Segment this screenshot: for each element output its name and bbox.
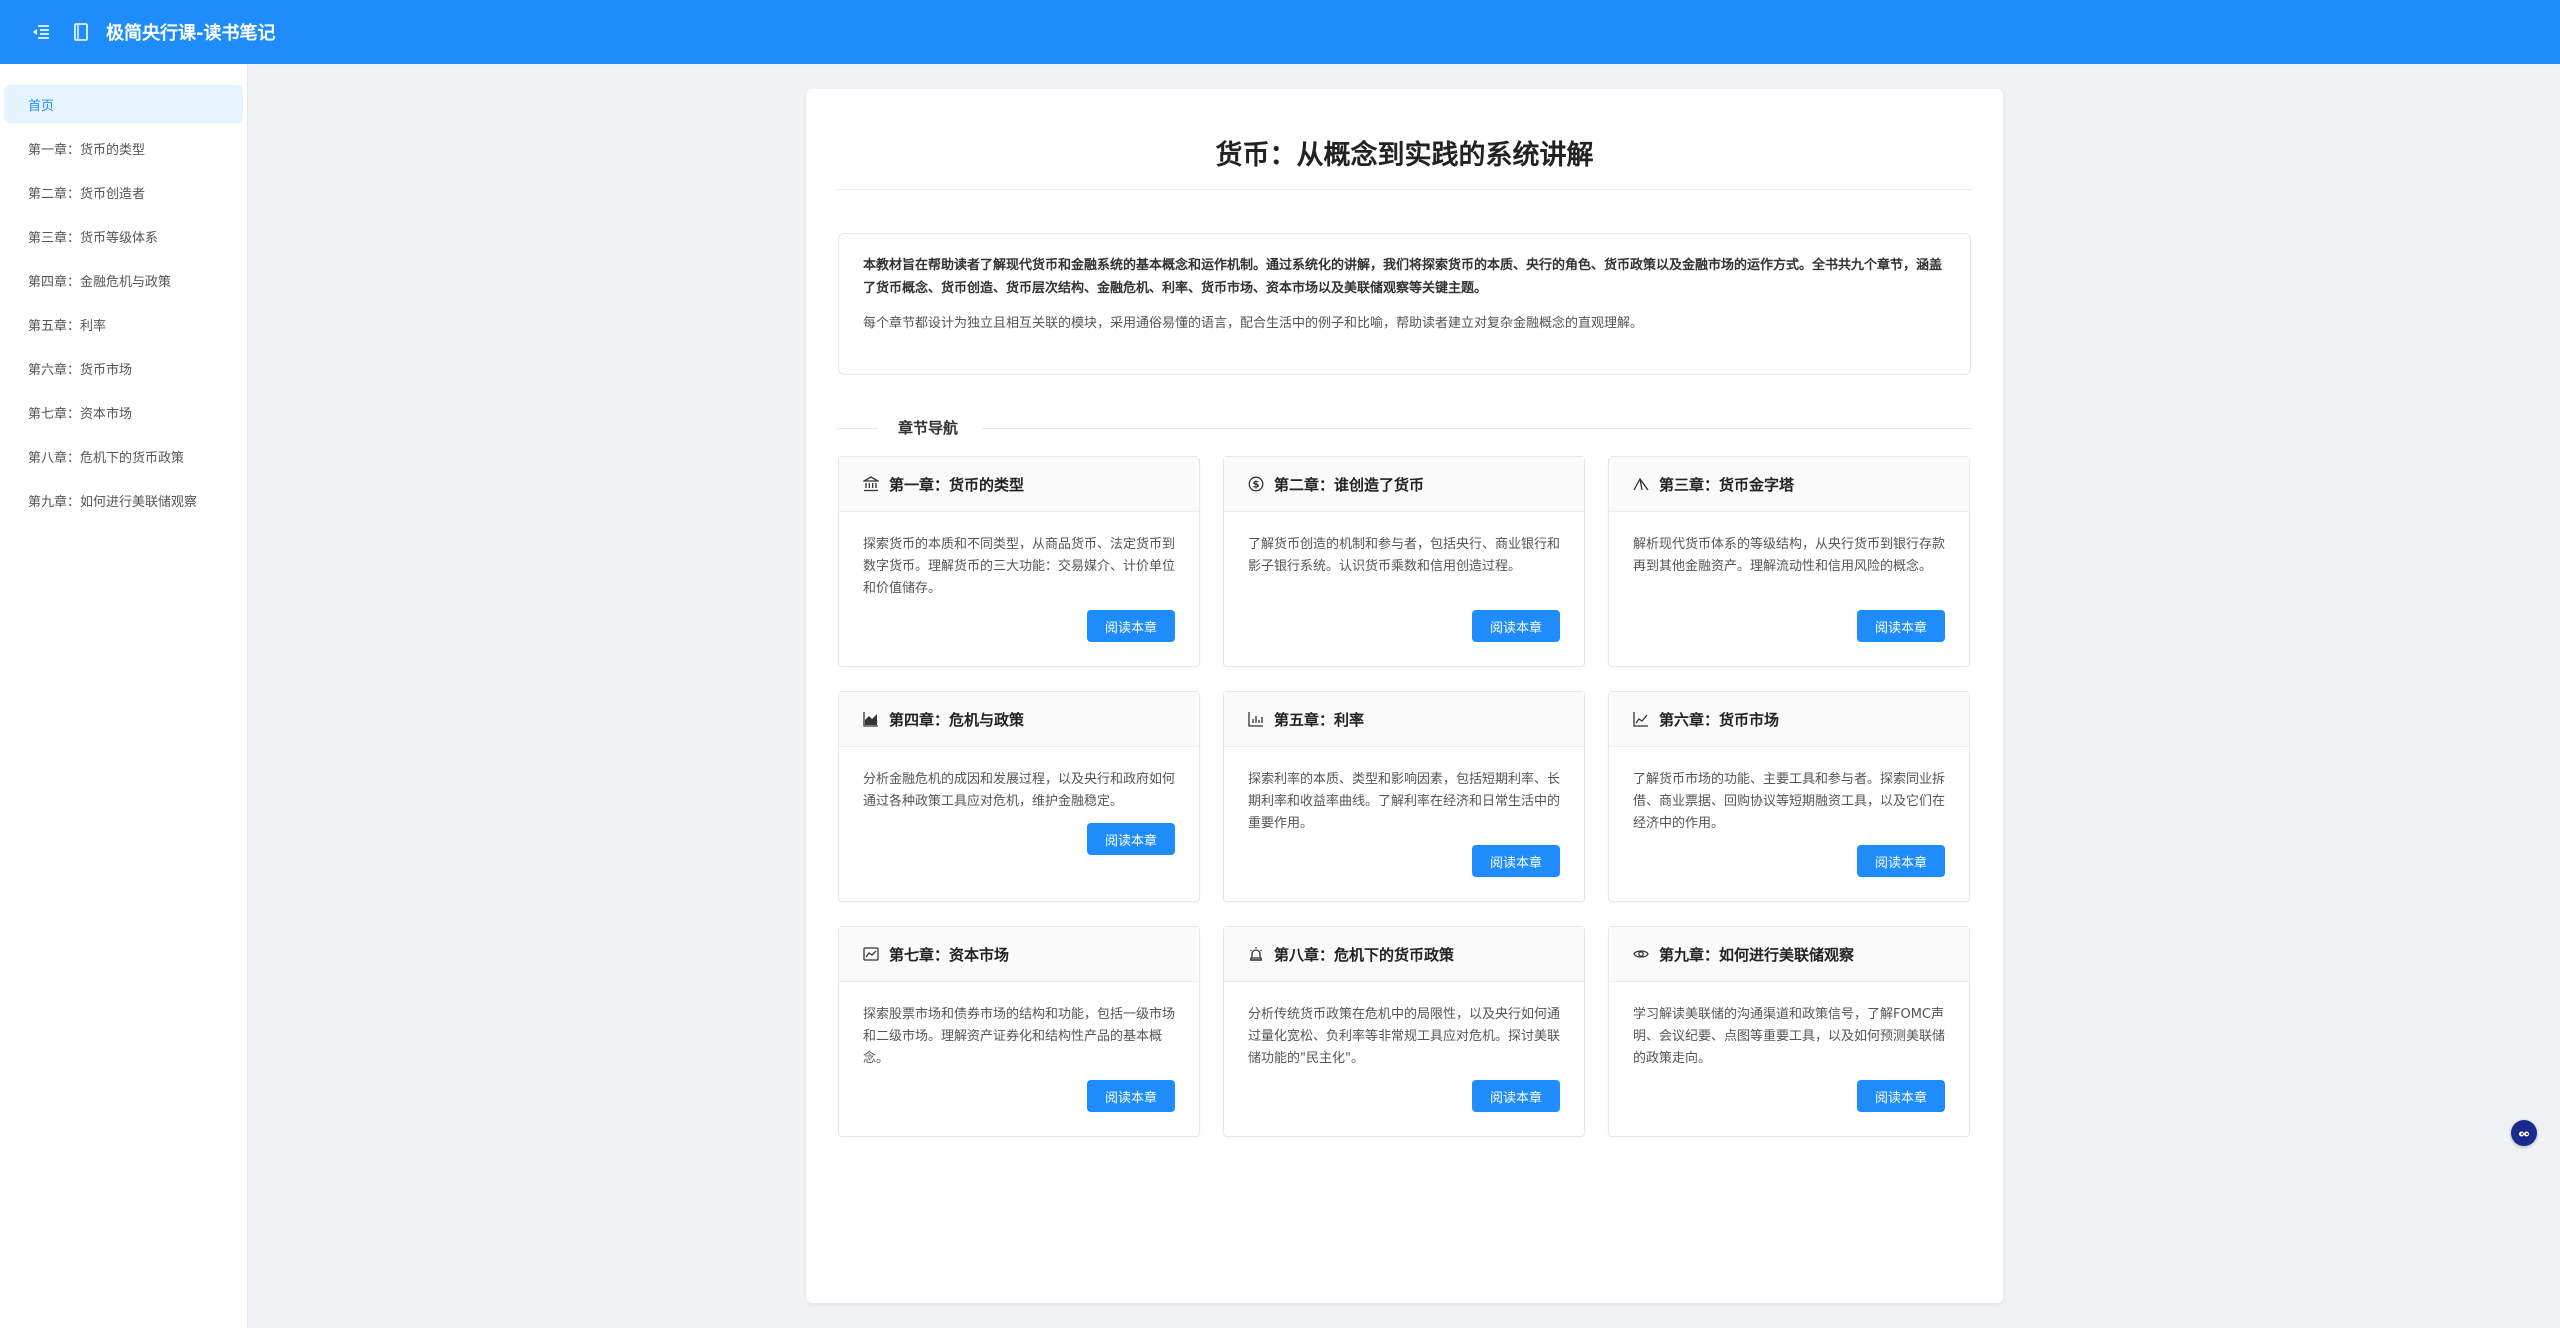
book-icon [74,21,92,43]
chapter-card-1: 第一章：货币的类型 探索货币的本质和不同类型，从商品货币、法定货币到数字货币。理… [838,456,1200,667]
chapter-card-header: 第三章：货币金字塔 [1609,457,1969,512]
chapter-title: 第七章：资本市场 [889,945,1010,964]
chapter-desc: 了解货币创造的机制和参与者，包括央行、商业银行和影子银行系统。认识货币乘数和信用… [1248,537,1561,574]
chapter-title: 第九章：如何进行美联储观察 [1659,945,1855,964]
stock-icon [863,945,881,963]
sidebar-item-chapter-1[interactable]: 第一章：货币的类型 [4,129,243,167]
content-card: 货币：从概念到实践的系统讲解 本教材旨在帮助读者了解现代货币和金融系统的基本概念… [806,89,2003,1303]
area-chart-icon [863,710,881,728]
read-chapter-button[interactable]: 阅读本章 [1472,610,1560,642]
chapter-title: 第八章：危机下的货币政策 [1274,945,1455,964]
eye-icon [1633,945,1651,963]
divider-line-right [982,428,1973,429]
chapter-grid: 第一章：货币的类型 探索货币的本质和不同类型，从商品货币、法定货币到数字货币。理… [838,456,1971,1161]
chapter-desc: 了解货币市场的功能、主要工具和参与者。探索同业拆借、商业票据、回购协议等短期融资… [1633,772,1946,831]
chapter-title: 第二章：谁创造了货币 [1274,475,1425,494]
chapter-title: 第六章：货币市场 [1659,710,1780,729]
sidebar-item-chapter-3[interactable]: 第三章：货币等级体系 [4,217,243,255]
sidebar: 首页 第一章：货币的类型 第二章：货币创造者 第三章：货币等级体系 第四章：金融… [0,64,248,1328]
floating-chat-button[interactable] [2511,1120,2537,1146]
chapter-title: 第四章：危机与政策 [889,710,1025,729]
chapter-desc: 解析现代货币体系的等级结构，从央行货币到银行存款再到其他金融资产。理解流动性和信… [1633,537,1946,574]
menu-fold-icon[interactable] [30,21,52,43]
read-chapter-button[interactable]: 阅读本章 [1087,823,1175,855]
read-chapter-button[interactable]: 阅读本章 [1087,1080,1175,1112]
chapter-card-header: $ 第二章：谁创造了货币 [1224,457,1584,512]
svg-text:$: $ [1253,480,1260,491]
chapter-desc: 探索利率的本质、类型和影响因素，包括短期利率、长期利率和收益率曲线。了解利率在经… [1248,772,1561,831]
sidebar-item-chapter-8[interactable]: 第八章：危机下的货币政策 [4,437,243,475]
read-chapter-button[interactable]: 阅读本章 [1472,1080,1560,1112]
chapter-card-4: 第四章：危机与政策 分析金融危机的成因和发展过程，以及央行和政府如何通过各种政策… [838,691,1200,902]
chapter-card-header: 第六章：货币市场 [1609,692,1969,747]
chapter-card-header: 第九章：如何进行美联储观察 [1609,927,1969,982]
chapter-title: 第五章：利率 [1274,710,1365,729]
read-chapter-button[interactable]: 阅读本章 [1087,610,1175,642]
sidebar-item-chapter-6[interactable]: 第六章：货币市场 [4,349,243,387]
read-chapter-button[interactable]: 阅读本章 [1857,845,1945,877]
chapter-desc: 分析传统货币政策在危机中的局限性，以及央行如何通过量化宽松、负利率等非常规工具应… [1248,1007,1561,1066]
chapter-title: 第一章：货币的类型 [889,475,1025,494]
chapter-card-header: 第四章：危机与政策 [839,692,1199,747]
dollar-circle-icon: $ [1248,475,1266,493]
sidebar-item-chapter-9[interactable]: 第九章：如何进行美联储观察 [4,481,243,519]
chapter-desc: 探索货币的本质和不同类型，从商品货币、法定货币到数字货币。理解货币的三大功能：交… [863,537,1176,596]
sidebar-item-home[interactable]: 首页 [4,85,243,123]
pyramid-icon [1633,475,1651,493]
sidebar-item-chapter-2[interactable]: 第二章：货币创造者 [4,173,243,211]
chapter-card-6: 第六章：货币市场 了解货币市场的功能、主要工具和参与者。探索同业拆借、商业票据、… [1608,691,1970,902]
read-chapter-button[interactable]: 阅读本章 [1857,610,1945,642]
chapter-title: 第三章：货币金字塔 [1659,475,1795,494]
chapter-card-7: 第七章：资本市场 探索股票市场和债券市场的结构和功能，包括一级市场和二级市场。理… [838,926,1200,1137]
line-chart-icon [1633,710,1651,728]
intro-box: 本教材旨在帮助读者了解现代货币和金融系统的基本概念和运作机制。通过系统化的讲解，… [838,233,1971,375]
app-title: 极简央行课-读书笔记 [106,23,276,44]
section-divider: 章节导航 [836,413,1973,443]
chapter-card-8: 第八章：危机下的货币政策 分析传统货币政策在危机中的局限性，以及央行如何通过量化… [1223,926,1585,1137]
chapter-card-header: 第一章：货币的类型 [839,457,1199,512]
chapter-desc: 探索股票市场和债券市场的结构和功能，包括一级市场和二级市场。理解资产证券化和结构… [863,1007,1176,1066]
sidebar-item-chapter-7[interactable]: 第七章：资本市场 [4,393,243,431]
divider-line-left [836,428,878,429]
page-title: 货币：从概念到实践的系统讲解 [836,133,1973,190]
sidebar-item-chapter-4[interactable]: 第四章：金融危机与政策 [4,261,243,299]
chapter-desc: 学习解读美联储的沟通渠道和政策信号，了解FOMC声明、会议纪要、点图等重要工具，… [1633,1007,1946,1066]
chapter-card-5: 第五章：利率 探索利率的本质、类型和影响因素，包括短期利率、长期利率和收益率曲线… [1223,691,1585,902]
sidebar-item-chapter-5[interactable]: 第五章：利率 [4,305,243,343]
bank-icon [863,475,881,493]
chapter-card-header: 第五章：利率 [1224,692,1584,747]
chapter-card-3: 第三章：货币金字塔 解析现代货币体系的等级结构，从央行货币到银行存款再到其他金融… [1608,456,1970,667]
intro-paragraph-2: 每个章节都设计为独立且相互关联的模块，采用通俗易懂的语言，配合生活中的例子和比喻… [863,316,1644,331]
chapter-card-header: 第八章：危机下的货币政策 [1224,927,1584,982]
section-title: 章节导航 [898,419,959,437]
read-chapter-button[interactable]: 阅读本章 [1472,845,1560,877]
chapter-desc: 分析金融危机的成因和发展过程，以及央行和政府如何通过各种政策工具应对危机，维护金… [863,772,1176,809]
bar-chart-icon [1248,710,1266,728]
alert-icon [1248,945,1266,963]
intro-paragraph-1: 本教材旨在帮助读者了解现代货币和金融系统的基本概念和运作机制。通过系统化的讲解，… [863,258,1943,296]
read-chapter-button[interactable]: 阅读本章 [1857,1080,1945,1112]
chapter-card-2: $ 第二章：谁创造了货币 了解货币创造的机制和参与者，包括央行、商业银行和影子银… [1223,456,1585,667]
chat-icon [2517,1124,2531,1143]
chapter-card-header: 第七章：资本市场 [839,927,1199,982]
chapter-card-9: 第九章：如何进行美联储观察 学习解读美联储的沟通渠道和政策信号，了解FOMC声明… [1608,926,1970,1137]
top-header: 极简央行课-读书笔记 [0,0,2560,64]
